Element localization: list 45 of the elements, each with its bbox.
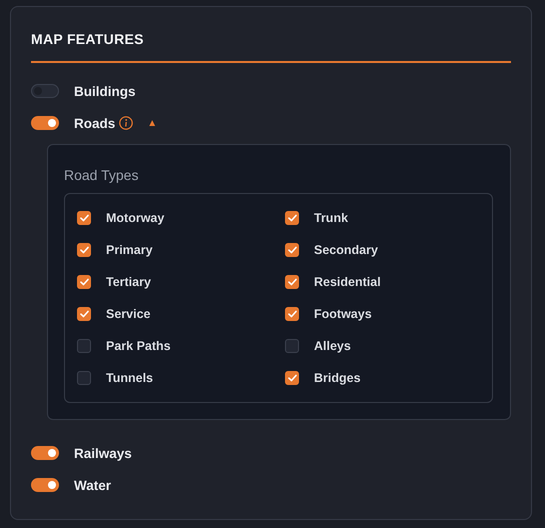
checkmark-icon — [80, 278, 88, 286]
checkbox[interactable] — [285, 211, 299, 225]
toggle-switch[interactable] — [31, 478, 59, 492]
toggle-switch[interactable] — [31, 446, 59, 460]
checkmark-icon — [288, 246, 296, 254]
checkmark-icon — [80, 214, 88, 222]
option-label: Service — [106, 307, 150, 321]
feature-label: Railways — [74, 446, 132, 460]
option-label: Trunk — [314, 211, 348, 225]
feature-label: Roads — [74, 116, 116, 130]
checkmark-icon — [288, 214, 296, 222]
feature-label: Buildings — [74, 84, 136, 98]
option-label: Tunnels — [106, 371, 153, 385]
option-label: Alleys — [314, 339, 351, 353]
checkbox[interactable] — [285, 371, 299, 385]
checkmark-icon — [288, 278, 296, 286]
checkbox[interactable] — [285, 339, 299, 353]
checkmark-icon — [80, 310, 88, 318]
checkbox[interactable] — [77, 339, 91, 353]
toggle-switch[interactable] — [31, 116, 59, 130]
checkbox[interactable] — [77, 243, 91, 257]
checkmark-icon — [288, 374, 296, 382]
checkmark-icon — [288, 310, 296, 318]
subpanel-title: Road Types — [64, 167, 140, 183]
option-label: Secondary — [314, 243, 378, 257]
feature-label: Water — [74, 478, 112, 492]
checkbox[interactable] — [285, 307, 299, 321]
checkbox[interactable] — [285, 275, 299, 289]
checkbox[interactable] — [77, 307, 91, 321]
option-label: Tertiary — [106, 275, 151, 289]
option-label: Bridges — [314, 371, 361, 385]
checkbox[interactable] — [77, 211, 91, 225]
panel-title: MAP FEATURES — [31, 30, 145, 49]
option-label: Primary — [106, 243, 153, 257]
checkbox[interactable] — [285, 243, 299, 257]
option-label: Motorway — [106, 211, 164, 225]
toggle-switch[interactable] — [31, 84, 59, 98]
checkbox[interactable] — [77, 275, 91, 289]
option-label: Footways — [314, 307, 372, 321]
option-label: Park Paths — [106, 339, 171, 353]
option-label: Residential — [314, 275, 381, 289]
info-icon[interactable] — [119, 116, 134, 130]
checkbox[interactable] — [77, 371, 91, 385]
collapse-caret[interactable]: ▲ — [147, 118, 158, 128]
checkmark-icon — [80, 246, 88, 254]
